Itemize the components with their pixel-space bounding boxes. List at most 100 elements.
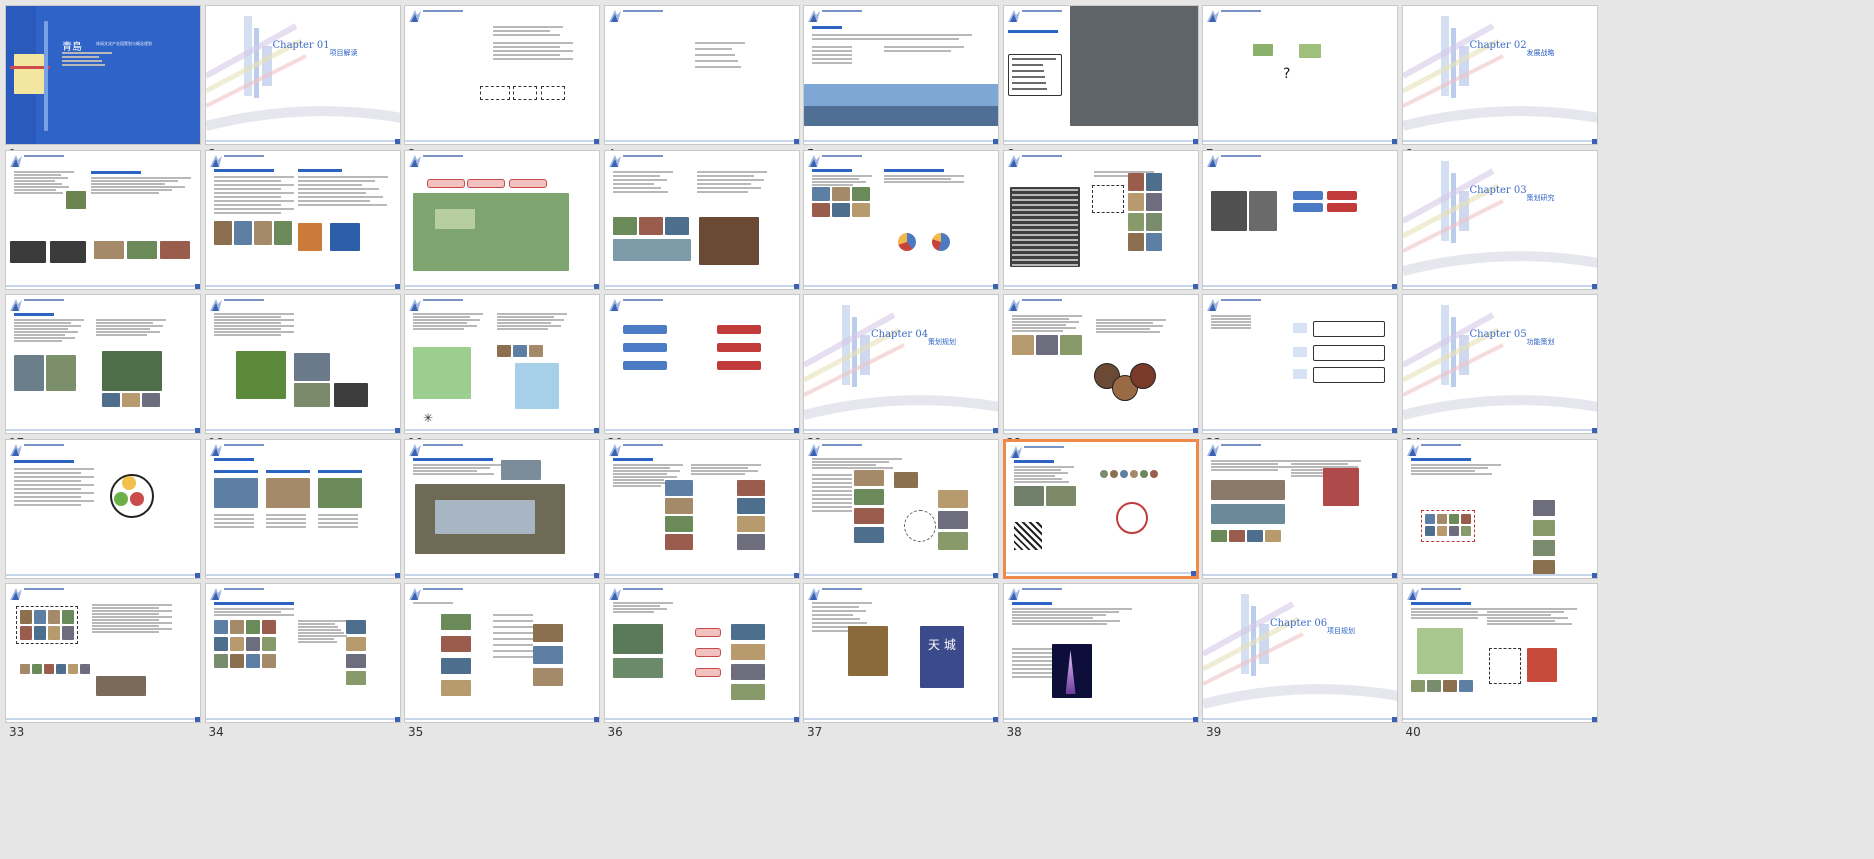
logo-text — [223, 443, 264, 446]
slide-thumbnail-39[interactable]: Chapter 06 项目规划 39 — [1197, 578, 1417, 748]
slide-preview[interactable] — [404, 294, 600, 434]
slide-preview[interactable]: Chapter 03 策划研究 — [1401, 149, 1598, 290]
slide-thumbnail-34[interactable]: 34 — [200, 578, 420, 748]
slide-preview[interactable] — [5, 149, 201, 290]
slide-thumbnail-35[interactable]: 35 — [399, 578, 619, 748]
photo — [102, 393, 120, 407]
slide-preview[interactable] — [404, 5, 600, 145]
slide-preview[interactable] — [1002, 149, 1199, 290]
slide-preview[interactable] — [1002, 583, 1199, 723]
slide-preview[interactable]: Chapter 04 策划规划 — [803, 294, 999, 434]
slide-preview[interactable] — [803, 149, 999, 290]
chapter-number: 01 — [316, 40, 330, 51]
dashed-box — [513, 86, 537, 100]
photo — [127, 240, 157, 259]
slide-preview[interactable] — [404, 149, 600, 290]
chapter-title: Chapter 01 — [273, 40, 330, 51]
text-line — [297, 199, 370, 202]
slide-preview[interactable] — [1202, 149, 1398, 290]
slide-preview[interactable] — [1401, 583, 1598, 723]
slide-preview[interactable] — [603, 583, 800, 723]
slide-preview[interactable]: Chapter 05 功能策划 — [1401, 294, 1598, 434]
slide-preview[interactable] — [603, 438, 800, 579]
block-title — [413, 457, 493, 461]
photo — [20, 610, 32, 624]
slide-preview[interactable] — [603, 149, 800, 290]
slide-preview[interactable]: Chapter 06 项目规划 — [1202, 583, 1398, 723]
tag — [1293, 347, 1307, 357]
slide-sorter-grid: 青島休闲文化产业园策划与概念规划1Chapter 01项目解读23456?7Ch… — [0, 0, 1874, 859]
photo — [46, 355, 76, 391]
photo — [612, 658, 663, 678]
text-line — [213, 175, 294, 178]
vertical-bar — [44, 21, 48, 131]
photo — [50, 240, 86, 263]
question-icon: ? — [1283, 66, 1291, 82]
slide-preview[interactable]: 天 城 — [803, 583, 999, 723]
slide-thumbnail-38[interactable]: 38 — [998, 578, 1218, 748]
slide-footer-rule — [1402, 284, 1597, 287]
text-line — [297, 187, 379, 190]
text-line — [612, 178, 667, 181]
text-line — [1410, 611, 1478, 613]
slide-preview[interactable] — [5, 583, 201, 723]
slide-thumbnail-37[interactable]: 天 城 37 — [798, 578, 1018, 748]
tag-red — [716, 361, 761, 370]
icon-dot — [1139, 469, 1148, 478]
slide-preview[interactable] — [204, 583, 401, 723]
text-line — [1013, 471, 1068, 474]
slide-thumbnail-33[interactable]: 33 — [0, 578, 220, 748]
logo-icon — [608, 153, 622, 167]
slide-preview[interactable] — [1002, 294, 1199, 434]
slide-thumbnail-36[interactable]: 36 — [599, 578, 819, 748]
slide-preview[interactable] — [603, 294, 800, 434]
photo — [848, 626, 888, 676]
text-line — [612, 190, 668, 193]
slide-preview[interactable] — [5, 294, 201, 434]
slide-preview[interactable]: Chapter 02 发展战略 — [1401, 5, 1598, 145]
slide-preview[interactable] — [803, 438, 999, 579]
logo-text — [822, 588, 862, 590]
text-line — [696, 190, 748, 193]
slide-preview[interactable] — [204, 149, 401, 290]
slide-preview[interactable] — [603, 5, 800, 145]
text-line — [213, 614, 294, 616]
photo — [10, 240, 46, 263]
slide-preview[interactable] — [204, 438, 401, 579]
chapter-heading: 发展战略 — [1526, 49, 1555, 57]
slide-preview[interactable] — [1401, 438, 1598, 579]
text-line — [493, 656, 533, 658]
photo — [854, 526, 884, 543]
slide-preview[interactable] — [1202, 438, 1398, 579]
text-line — [213, 191, 294, 194]
text-line — [91, 191, 159, 194]
photo — [413, 192, 569, 271]
text-line — [694, 60, 738, 62]
slide-preview[interactable] — [1202, 294, 1398, 434]
text-line — [413, 322, 467, 324]
slide-preview[interactable] — [204, 294, 401, 434]
slide-preview[interactable] — [5, 438, 201, 579]
slide-preview[interactable]: ? — [1202, 5, 1398, 145]
photo — [317, 477, 362, 508]
photo — [501, 459, 541, 480]
text-line — [812, 34, 972, 36]
slide-preview[interactable] — [1002, 438, 1199, 579]
slide-preview[interactable] — [404, 583, 600, 723]
photo — [664, 497, 693, 514]
text-line — [1013, 480, 1069, 483]
text-line — [696, 178, 764, 181]
label-pill — [694, 628, 721, 637]
text-line — [413, 313, 483, 315]
slide-preview[interactable]: Chapter 01 项目解读 — [204, 5, 401, 145]
logo-text — [24, 154, 64, 157]
slide-footer-rule — [604, 429, 799, 431]
text-line — [1013, 468, 1061, 471]
slide-preview[interactable] — [404, 438, 600, 579]
slide-preview[interactable] — [1002, 5, 1199, 145]
slide-preview[interactable] — [803, 5, 999, 145]
slide-thumbnail-40[interactable]: 40 — [1397, 578, 1617, 748]
photo — [533, 646, 563, 664]
photo — [142, 393, 160, 407]
slide-preview[interactable]: 青島 休闲文化产业园策划与概念规划 — [5, 5, 201, 145]
